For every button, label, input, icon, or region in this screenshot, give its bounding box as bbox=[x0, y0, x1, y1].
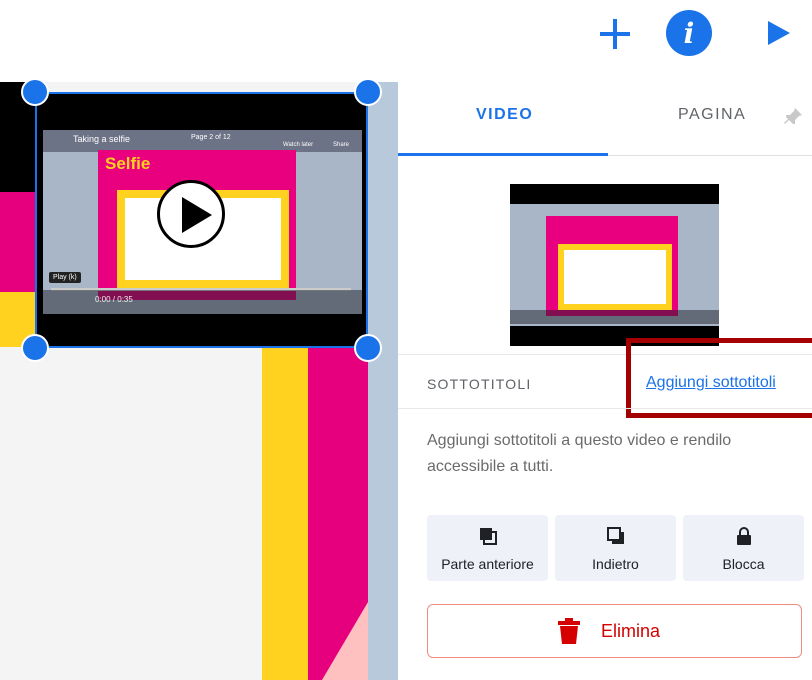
lock-icon bbox=[736, 527, 751, 545]
video-thumbnail[interactable] bbox=[510, 184, 719, 346]
trash-icon bbox=[558, 618, 580, 644]
add-button[interactable] bbox=[597, 16, 633, 52]
resize-handle-top-left[interactable] bbox=[21, 78, 49, 106]
video-title: Taking a selfie bbox=[73, 134, 131, 144]
send-back-label: Indietro bbox=[592, 556, 639, 572]
video-watch-later: Watch later bbox=[283, 142, 314, 148]
tab-video[interactable]: VIDEO bbox=[476, 106, 533, 124]
bring-front-icon bbox=[479, 528, 497, 545]
thumbnail-frame bbox=[510, 204, 719, 326]
video-play-button[interactable] bbox=[157, 180, 225, 248]
section-divider bbox=[398, 408, 812, 409]
video-play-tooltip: Play (k) bbox=[49, 272, 81, 283]
send-back-button[interactable]: Indietro bbox=[555, 515, 676, 581]
video-slide-heading: Selfie bbox=[105, 154, 151, 173]
subtitles-label: SOTTOTITOLI bbox=[427, 376, 532, 392]
video-page-label: Page 2 of 12 bbox=[191, 134, 231, 141]
tab-active-indicator bbox=[398, 153, 608, 156]
thumbnail-content bbox=[564, 250, 666, 304]
tab-pagina[interactable]: PAGINA bbox=[678, 106, 746, 124]
resize-handle-top-right[interactable] bbox=[354, 78, 382, 106]
video-controls bbox=[43, 290, 362, 314]
info-button[interactable]: i bbox=[666, 10, 712, 56]
bring-front-label: Parte anteriore bbox=[441, 556, 534, 572]
subtitles-description: Aggiungi sottotitoli a questo video e re… bbox=[427, 432, 732, 475]
lock-button[interactable]: Blocca bbox=[683, 515, 804, 581]
video-share: Share bbox=[333, 142, 350, 148]
send-back-icon bbox=[606, 527, 624, 544]
delete-label: Elimina bbox=[601, 621, 661, 641]
resize-handle-bottom-left[interactable] bbox=[21, 334, 49, 362]
background-shape bbox=[262, 347, 308, 680]
add-subtitles-link[interactable]: Aggiungi sottotitoli bbox=[646, 374, 776, 392]
lock-label: Blocca bbox=[722, 556, 765, 572]
info-icon: i bbox=[683, 16, 695, 50]
bring-front-button[interactable]: Parte anteriore bbox=[427, 515, 548, 581]
pin-icon[interactable] bbox=[782, 106, 804, 128]
video-time: 0:00 / 0:35 bbox=[95, 295, 133, 304]
video-title-bar: Taking a selfie Page 2 of 12 Watch later… bbox=[43, 130, 362, 152]
canvas-edge bbox=[368, 82, 398, 680]
preview-button[interactable] bbox=[764, 18, 794, 48]
resize-handle-bottom-right[interactable] bbox=[354, 334, 382, 362]
properties-panel: VIDEO PAGINA SOTTOTITOLI Aggiungi sottot… bbox=[398, 82, 812, 680]
background-shape bbox=[322, 602, 368, 680]
thumbnail-controls bbox=[510, 310, 719, 324]
editor-window: i Taking a selfie Page 2 of 12 Watch lat… bbox=[0, 0, 812, 680]
play-icon bbox=[768, 21, 790, 45]
play-icon bbox=[182, 197, 212, 233]
plus-icon bbox=[600, 19, 630, 49]
delete-button[interactable]: Elimina bbox=[427, 604, 802, 658]
